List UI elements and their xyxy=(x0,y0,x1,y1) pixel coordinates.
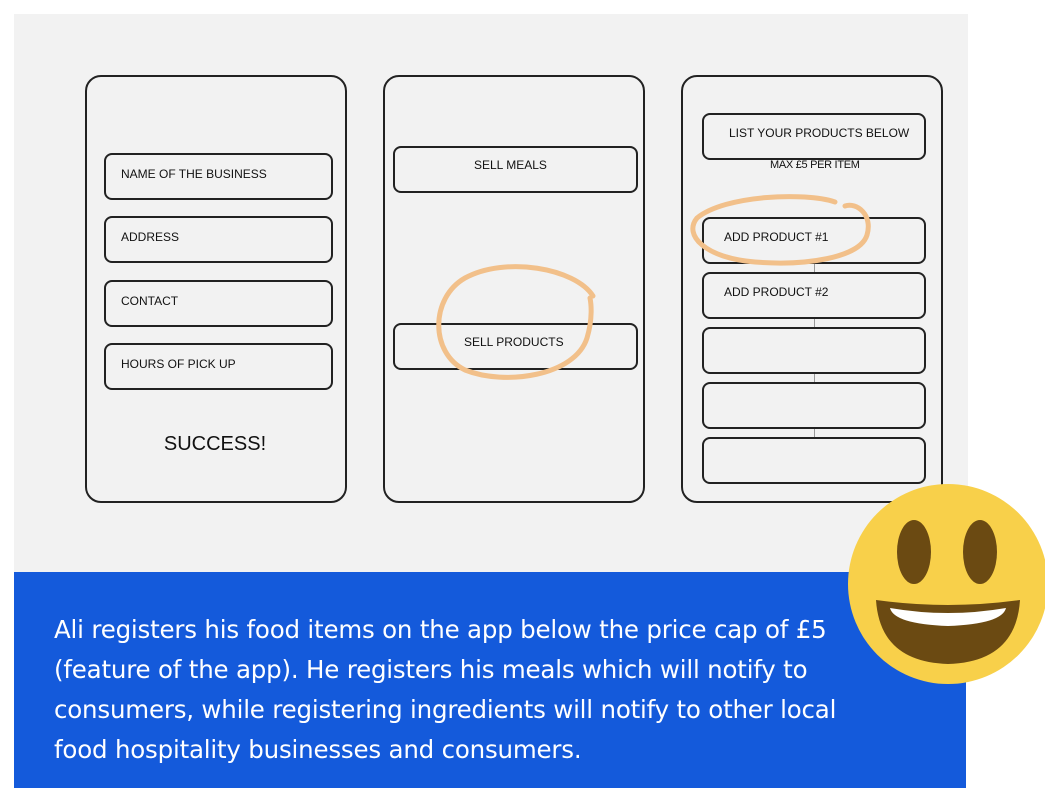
sell-meals-button[interactable]: SELL MEALS xyxy=(393,146,638,193)
list-products-header: LIST YOUR PRODUCTS BELOW xyxy=(702,113,926,160)
pickup-hours-field[interactable]: HOURS OF PICK UP xyxy=(104,343,333,390)
contact-field[interactable]: CONTACT xyxy=(104,280,333,327)
address-label: ADDRESS xyxy=(121,230,180,244)
list-products-header-label: LIST YOUR PRODUCTS BELOW xyxy=(729,126,910,140)
address-field[interactable]: ADDRESS xyxy=(104,216,333,263)
sell-meals-label: SELL MEALS xyxy=(474,158,547,172)
wireframe-screen-registration: NAME OF THE BUSINESS ADDRESS CONTACT HOU… xyxy=(85,75,347,503)
price-cap-note: MAX £5 PER ITEM xyxy=(770,159,860,171)
highlight-circle-sell-products xyxy=(436,264,596,380)
product-slot-2-label: ADD PRODUCT #2 xyxy=(724,285,829,299)
wireframe-screen-product-list: LIST YOUR PRODUCTS BELOW MAX £5 PER ITEM… xyxy=(681,75,943,503)
business-name-label: NAME OF THE BUSINESS xyxy=(121,167,267,181)
business-name-field[interactable]: NAME OF THE BUSINESS xyxy=(104,153,333,200)
product-slot-3[interactable] xyxy=(702,327,926,374)
contact-label: CONTACT xyxy=(121,294,179,308)
highlight-circle-add-product xyxy=(690,194,871,266)
pickup-hours-label: HOURS OF PICK UP xyxy=(121,357,236,371)
success-message: SUCCESS! xyxy=(163,433,267,455)
product-slot-5[interactable] xyxy=(702,437,926,484)
product-slot-2[interactable]: ADD PRODUCT #2 xyxy=(702,272,926,319)
caption-panel: Ali registers his food items on the app … xyxy=(14,572,966,788)
caption-text: Ali registers his food items on the app … xyxy=(54,615,837,764)
product-slot-4[interactable] xyxy=(702,382,926,429)
smiley-emoji-icon xyxy=(848,484,1045,684)
